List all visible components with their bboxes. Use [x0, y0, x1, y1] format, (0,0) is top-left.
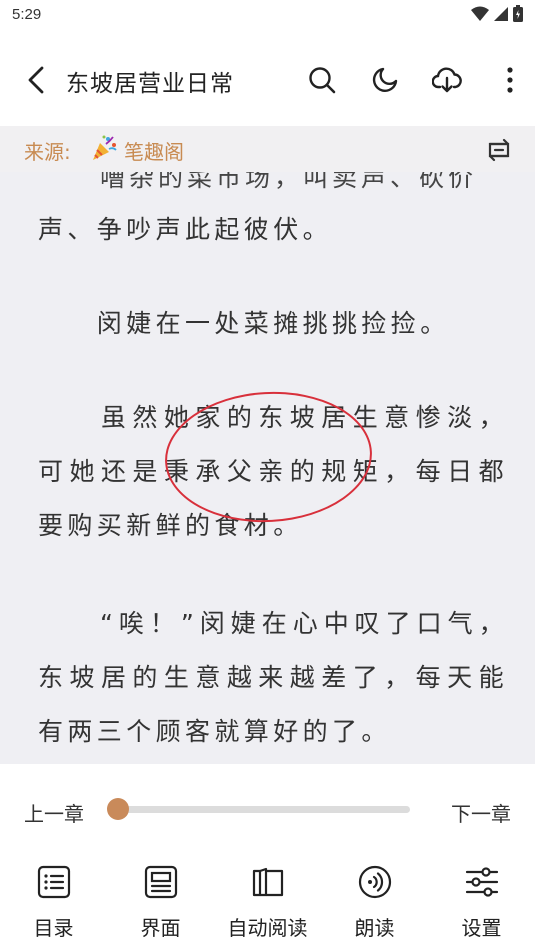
back-button[interactable]: [22, 64, 52, 96]
settings-sliders-icon: [465, 867, 498, 897]
read-aloud-label: 朗读: [354, 916, 395, 940]
read-aloud-button[interactable]: 朗读: [321, 864, 428, 941]
night-mode-button[interactable]: [370, 64, 400, 96]
download-button[interactable]: [432, 64, 462, 96]
moon-icon: [372, 67, 398, 92]
progress-slider[interactable]: [107, 798, 410, 820]
source-site-link[interactable]: 笔趣阁: [124, 136, 184, 165]
bottom-toolbar: 目录 界面 自动阅读 朗读 设置: [0, 852, 535, 951]
paragraph: “唉！”闵婕在心中叹了口气，东坡居的生意越来越差了，每天能有两三个顾客就算好的了…: [38, 609, 508, 746]
prev-chapter-button[interactable]: 上一章: [24, 798, 84, 827]
cloud-download-icon: [432, 67, 462, 93]
next-chapter-button[interactable]: 下一章: [451, 798, 511, 827]
chapter-progress-bar: 上一章 下一章: [0, 764, 535, 852]
party-popper-icon: [93, 135, 117, 160]
status-bar: 5:29: [0, 0, 535, 34]
wifi-icon: [471, 6, 489, 21]
catalog-button[interactable]: 目录: [0, 864, 107, 941]
status-icons: [471, 5, 523, 22]
search-icon: [309, 67, 336, 94]
paragraph: 声、争吵声此起彼伏。: [38, 215, 333, 244]
catalog-icon: [37, 865, 70, 899]
source-bar: 来源: 笔趣阁: [0, 126, 535, 172]
more-vertical-icon: [507, 67, 513, 93]
reader-content[interactable]: 嘈杂的菜市场，叫卖声、砍价 声、争吵声此起彼伏。 闵婕在一处菜摊挑挑捡捡。 虽然…: [0, 172, 535, 764]
swap-icon: [488, 138, 510, 162]
status-time: 5:29: [12, 6, 42, 23]
layout-label: 界面: [140, 916, 181, 940]
paragraph: 虽然她家的东坡居生意惨淡，可她还是秉承父亲的规矩，每日都要购买新鲜的食材。: [38, 403, 508, 540]
battery-icon: [513, 5, 523, 22]
book-title: 东坡居营业日常: [66, 71, 234, 97]
catalog-label: 目录: [33, 916, 74, 940]
search-button[interactable]: [307, 64, 337, 96]
settings-button[interactable]: 设置: [428, 864, 535, 941]
progress-slider-thumb[interactable]: [107, 798, 129, 820]
book-icon: [252, 867, 283, 897]
source-label: 来源:: [24, 140, 71, 164]
paragraph: 闵婕在一处菜摊挑挑捡捡。: [38, 309, 450, 338]
app-bar: 东坡居营业日常: [0, 34, 535, 126]
back-arrow-icon: [28, 66, 44, 94]
signal-icon: [494, 6, 508, 21]
layout-icon: [144, 865, 177, 899]
partial-line: 嘈杂的菜市场，叫卖声、砍价: [100, 172, 478, 192]
more-button[interactable]: [495, 64, 525, 96]
change-source-button[interactable]: [485, 136, 513, 164]
settings-label: 设置: [461, 916, 502, 940]
auto-read-label: 自动阅读: [227, 916, 308, 940]
layout-button[interactable]: 界面: [107, 864, 214, 941]
read-aloud-icon: [358, 865, 391, 899]
auto-read-button[interactable]: 自动阅读: [214, 864, 321, 941]
